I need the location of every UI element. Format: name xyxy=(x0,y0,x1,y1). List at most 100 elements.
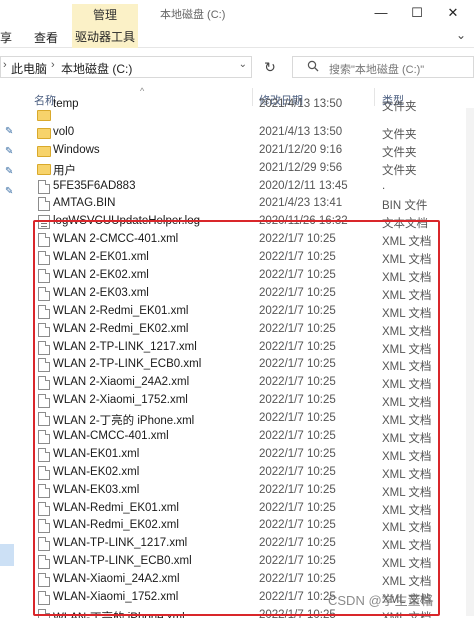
file-type: XML 文档 xyxy=(382,361,432,374)
file-date: 2022/1/7 10:25 xyxy=(259,519,336,532)
file-date: 2021/12/29 9:56 xyxy=(259,161,343,174)
file-icon xyxy=(38,358,50,373)
pin-icon[interactable]: ✎ xyxy=(5,186,13,197)
file-date: 2022/1/7 10:25 xyxy=(259,358,336,371)
file-type: XML 文档 xyxy=(382,540,432,553)
tab-share[interactable]: 享 xyxy=(0,29,12,46)
file-row[interactable]: WLAN 2-EK02.xml 2022/1/7 10:25 XML 文档 xyxy=(22,267,474,285)
file-type: XML 文档 xyxy=(382,611,432,618)
file-name: 5FE35F6AD883 xyxy=(53,179,136,192)
address-bar[interactable]: › 此电脑 › 本地磁盘 (C:) ⌄ xyxy=(0,56,252,78)
file-type: XML 文档 xyxy=(382,558,432,571)
file-row[interactable]: WLAN-EK03.xml 2022/1/7 10:25 XML 文档 xyxy=(22,482,474,500)
file-icon xyxy=(38,251,50,266)
pin-icon[interactable]: ✎ xyxy=(5,146,13,157)
file-row[interactable]: WLAN-Redmi_EK01.xml 2022/1/7 10:25 XML 文档 xyxy=(22,500,474,518)
file-row[interactable]: WLAN-TP-LINK_ECB0.xml 2022/1/7 10:25 XML 文… xyxy=(22,553,474,571)
file-row[interactable]: WLAN-CMCC-401.xml 2022/1/7 10:25 XML 文档 xyxy=(22,428,474,446)
search-box[interactable]: 搜索"本地磁盘 (C:)" xyxy=(292,56,474,78)
navigation-pane: ✎ ✎ ✎ ✎ xyxy=(0,86,22,618)
file-type: XML 文档 xyxy=(382,397,432,410)
ribbon-expand-icon[interactable]: ⌄ xyxy=(456,28,466,42)
file-type: XML 文档 xyxy=(382,504,432,517)
pin-icon[interactable]: ✎ xyxy=(5,166,13,177)
column-divider[interactable] xyxy=(252,88,253,106)
maximize-button[interactable]: ☐ xyxy=(402,2,432,24)
file-icon xyxy=(38,376,50,391)
file-icon xyxy=(38,394,50,409)
sort-indicator-icon: ^ xyxy=(140,86,145,96)
address-dropdown-icon[interactable]: ⌄ xyxy=(239,59,247,70)
file-date: 2022/1/7 10:25 xyxy=(259,501,336,514)
file-row[interactable]: WLAN 2-EK03.xml 2022/1/7 10:25 XML 文档 xyxy=(22,285,474,303)
file-name: 用户 xyxy=(53,164,76,177)
file-type: XML 文档 xyxy=(382,236,432,249)
file-name: WLAN 2-TP-LINK_ECB0.xml xyxy=(53,358,202,371)
window-title: 本地磁盘 (C:) xyxy=(160,9,226,21)
tab-view[interactable]: 查看 xyxy=(34,29,58,46)
file-date: 2022/1/7 10:25 xyxy=(259,483,336,496)
file-row[interactable]: WLAN 2-Redmi_EK02.xml 2022/1/7 10:25 XML 文… xyxy=(22,321,474,339)
refresh-button[interactable]: ↻ xyxy=(258,56,282,78)
file-row[interactable]: WLAN 2-EK01.xml 2022/1/7 10:25 XML 文档 xyxy=(22,249,474,267)
file-row[interactable]: WLAN 2-TP-LINK_1217.xml 2022/1/7 10:25 XML… xyxy=(22,339,474,357)
pin-icon[interactable]: ✎ xyxy=(5,126,13,137)
file-row[interactable]: WLAN 2-CMCC-401.xml 2022/1/7 10:25 XML 文档 xyxy=(22,231,474,249)
file-row[interactable]: WLAN 2-丁亮的 iPhone.xml 2022/1/7 10:25 XML 文… xyxy=(22,410,474,428)
file-icon xyxy=(38,591,50,606)
file-row[interactable]: WLAN-EK01.xml 2022/1/7 10:25 XML 文档 xyxy=(22,446,474,464)
file-row[interactable]: WLAN-Xiaomi_24A2.xml 2022/1/7 10:25 XML 文档 xyxy=(22,571,474,589)
scrollbar[interactable] xyxy=(466,108,474,616)
file-date: 2022/1/7 10:25 xyxy=(259,251,336,264)
file-name: logWSVCUUpdateHelper.log xyxy=(53,215,201,228)
file-date: 2022/1/7 10:25 xyxy=(259,537,336,550)
breadcrumb-separator-icon: › xyxy=(51,59,55,71)
file-name: WLAN 2-Redmi_EK02.xml xyxy=(53,322,189,335)
file-name: WLAN-TP-LINK_1217.xml xyxy=(53,537,188,550)
file-row[interactable]: Windows 2021/12/20 9:16 文件夹 xyxy=(22,142,474,160)
file-date: 2021/12/20 9:16 xyxy=(259,143,343,156)
file-type: 文件夹 xyxy=(382,128,417,141)
file-name: vol0 xyxy=(53,125,75,138)
file-name: WLAN-Xiaomi_1752.xml xyxy=(53,591,179,604)
file-date: 2022/1/7 10:25 xyxy=(259,340,336,353)
folder-icon xyxy=(37,127,51,139)
file-row[interactable]: WLAN 2-Xiaomi_24A2.xml 2022/1/7 10:25 XML … xyxy=(22,374,474,392)
file-row[interactable]: AMTAG.BIN 2021/4/23 13:41 BIN 文件 xyxy=(22,195,474,213)
file-type: 文件夹 xyxy=(382,164,417,177)
breadcrumb-local-disk[interactable]: 本地磁盘 (C:) xyxy=(61,60,132,77)
minimize-button[interactable]: — xyxy=(366,2,396,24)
close-button[interactable]: ✕ xyxy=(438,2,468,24)
file-row[interactable]: 用户 2021/12/29 9:56 文件夹 xyxy=(22,160,474,178)
file-row[interactable]: vol0 2021/4/13 13:50 文件夹 xyxy=(22,124,474,142)
file-name: WLAN-CMCC-401.xml xyxy=(53,430,169,443)
file-row[interactable]: logWSVCUUpdateHelper.log 2020/11/26 16:32… xyxy=(22,213,474,231)
nav-selected-item[interactable] xyxy=(0,544,14,566)
file-name: WLAN-Xiaomi_24A2.xml xyxy=(53,573,180,586)
file-row[interactable]: WLAN-EK02.xml 2022/1/7 10:25 XML 文档 xyxy=(22,464,474,482)
file-date: 2022/1/7 10:25 xyxy=(259,233,336,246)
file-name: Windows xyxy=(53,143,100,156)
file-icon xyxy=(38,233,50,248)
file-row[interactable]: WLAN 2-Xiaomi_1752.xml 2022/1/7 10:25 XML … xyxy=(22,392,474,410)
file-row[interactable]: WLAN-TP-LINK_1217.xml 2022/1/7 10:25 XML 文… xyxy=(22,535,474,553)
file-icon xyxy=(38,286,50,301)
file-row[interactable]: temp 2021/4/13 13:50 文件夹 xyxy=(22,98,474,124)
breadcrumb-this-pc[interactable]: 此电脑 xyxy=(11,60,47,77)
file-icon xyxy=(38,269,50,284)
file-icon xyxy=(38,555,50,570)
file-date: 2022/1/7 10:25 xyxy=(259,430,336,443)
tab-manage[interactable]: 管理 xyxy=(72,4,138,26)
file-name: WLAN 2-Redmi_EK01.xml xyxy=(53,304,189,317)
file-date: 2022/1/7 10:25 xyxy=(259,465,336,478)
file-name: WLAN 2-CMCC-401.xml xyxy=(53,233,179,246)
file-date: 2022/1/7 10:25 xyxy=(259,608,336,618)
file-row[interactable]: WLAN-Redmi_EK02.xml 2022/1/7 10:25 XML 文档 xyxy=(22,517,474,535)
file-name: WLAN-EK02.xml xyxy=(53,465,140,478)
file-row[interactable]: WLAN 2-TP-LINK_ECB0.xml 2022/1/7 10:25 XML… xyxy=(22,356,474,374)
file-list: temp 2021/4/13 13:50 文件夹 vol0 2021/4/13 13:5… xyxy=(22,98,474,618)
tab-drive-tools[interactable]: 驱动器工具 xyxy=(72,26,138,48)
file-row[interactable]: 5FE35F6AD883 2020/12/11 13:45. xyxy=(22,178,474,196)
column-divider[interactable] xyxy=(374,88,375,106)
file-row[interactable]: WLAN 2-Redmi_EK01.xml 2022/1/7 10:25 XML 文… xyxy=(22,303,474,321)
